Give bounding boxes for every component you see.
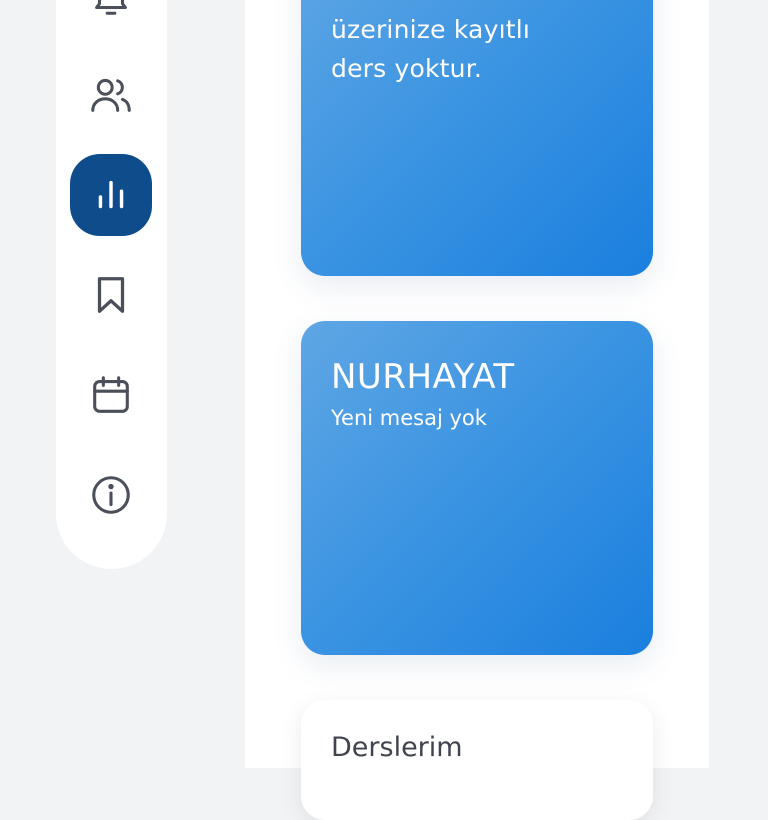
sidebar-nav <box>56 0 167 569</box>
courses-info-line1: üzerinize kayıtlı <box>331 15 531 44</box>
nav-calendar[interactable] <box>70 354 152 436</box>
bar-chart-icon <box>98 180 124 209</box>
nav-bookmarks[interactable] <box>70 254 152 336</box>
bookmark-icon <box>97 277 125 313</box>
messages-card-title: NURHAYAT <box>331 357 515 397</box>
my-courses-title: Derslerim <box>331 732 463 763</box>
nav-users[interactable] <box>70 54 152 136</box>
bell-icon <box>95 0 127 15</box>
nav-notifications[interactable] <box>70 0 152 37</box>
messages-card[interactable]: NURHAYAT Yeni mesaj yok <box>301 321 653 655</box>
courses-info-text: üzerinize kayıtlı ders yoktur. <box>331 10 530 88</box>
my-courses-card[interactable]: Derslerim <box>301 700 653 820</box>
nav-statistics[interactable] <box>70 154 152 236</box>
courses-info-line2: ders yoktur. <box>331 54 483 83</box>
nav-info[interactable] <box>70 454 152 536</box>
calendar-icon <box>93 376 129 413</box>
courses-info-card[interactable]: üzerinize kayıtlı ders yoktur. <box>301 0 653 276</box>
messages-card-subtitle: Yeni mesaj yok <box>331 406 487 430</box>
info-icon <box>92 476 130 514</box>
users-icon <box>91 78 131 112</box>
